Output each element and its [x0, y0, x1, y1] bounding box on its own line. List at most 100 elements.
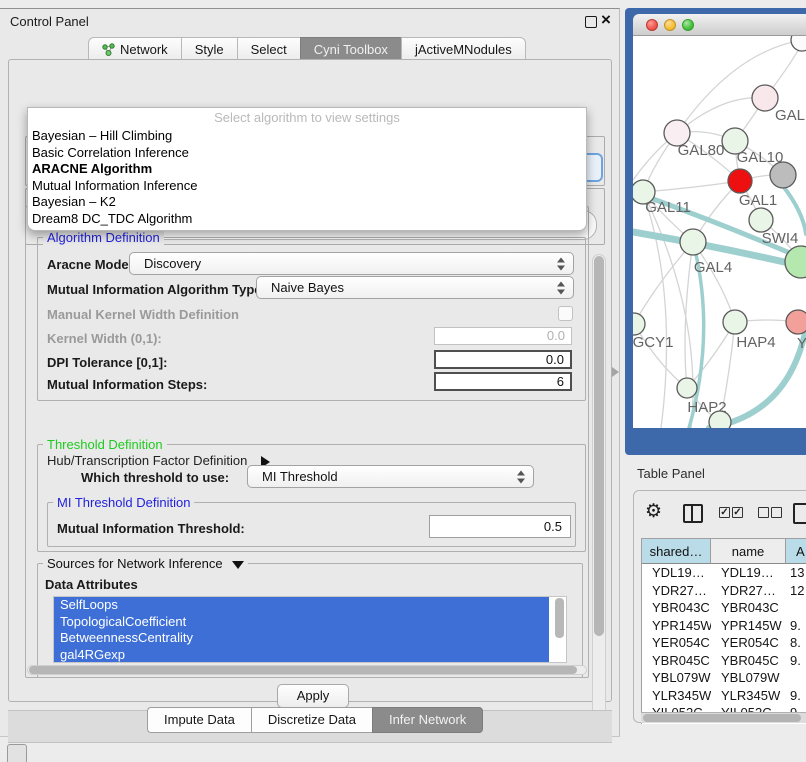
dpi-tolerance-label: DPI Tolerance [0,1]:: [47, 355, 167, 370]
bottom-tab-bar: Impute DataDiscretize DataInfer Network: [147, 707, 483, 731]
settings-vscrollbar-thumb[interactable]: [594, 256, 604, 636]
network-node-swi4[interactable]: [749, 208, 773, 232]
algorithm-dropdown-list: Select algorithm to view settings Bayesi…: [27, 107, 587, 231]
network-graph: GALGAL80GAL10GAL1GAL11GAL4SWI4GCY1HAP4YH…: [633, 36, 806, 428]
network-node-node-bottom[interactable]: [709, 411, 731, 428]
network-node-salmon-node[interactable]: [786, 310, 806, 334]
mi-steps-label: Mutual Information Steps:: [47, 377, 207, 392]
table-hscrollbar-track[interactable]: [641, 712, 806, 723]
table-row[interactable]: YBR045CYBR045C9.: [642, 652, 806, 670]
dpi-tolerance-field[interactable]: 0.0: [434, 350, 572, 369]
tab-network[interactable]: Network: [88, 37, 181, 61]
mi-type-combo[interactable]: Naive Bayes: [256, 276, 574, 299]
sources-group-title[interactable]: Sources for Network Inference: [43, 556, 248, 571]
network-edge[interactable]: [643, 192, 667, 428]
table-cell: YER054C: [711, 634, 786, 652]
network-canvas[interactable]: GALGAL80GAL10GAL1GAL11GAL4SWI4GCY1HAP4YH…: [633, 36, 806, 428]
checked-checkbox-icon[interactable]: ✓: [719, 507, 730, 518]
network-node-hap2[interactable]: [677, 378, 697, 398]
attribute-list-item[interactable]: SelfLoops: [54, 597, 549, 614]
dropdown-item[interactable]: Mutual Information Inference: [28, 178, 586, 195]
network-edge-highlighted[interactable]: [783, 186, 806, 234]
aracne-mode-combo[interactable]: Discovery: [129, 252, 574, 275]
dropdown-item[interactable]: Basic Correlation Inference: [28, 145, 586, 162]
node-table[interactable]: shared…nameA YDL19…YDL19…13YDR27…YDR27…1…: [641, 538, 806, 724]
mi-threshold-label: Mutual Information Threshold:: [57, 521, 245, 536]
network-node-label: Y: [797, 335, 806, 352]
dropdown-item[interactable]: ARACNE Algorithm: [28, 161, 586, 178]
which-threshold-combo[interactable]: MI Threshold: [247, 465, 534, 488]
network-node-gcy1[interactable]: [633, 313, 645, 335]
mi-type-label: Mutual Information Algorithm Type:: [47, 282, 266, 297]
table-cell: YLR345W: [711, 687, 786, 705]
attribute-list-item[interactable]: gal4RGexp: [54, 647, 549, 664]
dropdown-item[interactable]: Bayesian – K2: [28, 194, 586, 211]
column-manager-icon[interactable]: [683, 504, 703, 523]
table-row[interactable]: YBL079WYBL079W: [642, 669, 806, 687]
network-node-label: GCY1: [633, 334, 673, 351]
tab-label: jActiveMNodules: [415, 42, 512, 57]
table-cell: [786, 669, 806, 687]
zoom-traffic-icon[interactable]: [682, 19, 694, 31]
manual-kernel-checkbox[interactable]: [558, 306, 573, 321]
table-cell: 13: [786, 564, 806, 582]
mi-threshold-value: 0.5: [544, 519, 562, 534]
unchecked-checkbox-icon[interactable]: [771, 507, 782, 518]
dropdown-item[interactable]: Bayesian – Hill Climbing: [28, 128, 586, 145]
settings-hscrollbar-thumb[interactable]: [29, 666, 577, 674]
table-row[interactable]: YER054CYER054C8.: [642, 634, 806, 652]
mi-steps-value: 6: [557, 374, 564, 389]
network-node-gray-node[interactable]: [770, 162, 796, 188]
panel-tab-bar: NetworkStyleSelect Cyni Toolbox jActiveMNo…: [88, 37, 526, 59]
table-row[interactable]: YPR145WYPR145W9.: [642, 617, 806, 635]
table-row[interactable]: YDL19…YDL19…13: [642, 564, 806, 582]
tab-label: Cyni Toolbox: [314, 42, 388, 57]
table-row[interactable]: YBR043CYBR043C: [642, 599, 806, 617]
docked-window-icon[interactable]: [7, 744, 27, 762]
bottom-tab-discretize-data[interactable]: Discretize Data: [251, 707, 372, 733]
tab-cyni-toolbox[interactable]: Cyni Toolbox: [300, 37, 401, 61]
table-cell: YDL19…: [642, 564, 711, 582]
screen: Control Panel × NetworkStyleSelectCyni T…: [0, 0, 806, 762]
network-node-gal1[interactable]: [728, 169, 752, 193]
table-row[interactable]: YLR345WYLR345W9.: [642, 687, 806, 705]
tab-style[interactable]: Style: [181, 37, 237, 61]
mi-steps-field[interactable]: 6: [434, 372, 572, 391]
bottom-tab-impute-data[interactable]: Impute Data: [147, 707, 251, 733]
apply-button[interactable]: Apply: [277, 684, 349, 708]
network-node-node-top[interactable]: [791, 36, 806, 51]
network-node-hap4[interactable]: [723, 310, 747, 334]
close-traffic-icon[interactable]: [646, 19, 658, 31]
table-column-header[interactable]: A: [786, 539, 806, 564]
list-vscrollbar-thumb[interactable]: [555, 598, 564, 638]
gear-icon[interactable]: ⚙: [645, 500, 662, 523]
network-edge[interactable]: [643, 181, 740, 192]
checked-checkbox-icon[interactable]: ✓: [732, 507, 743, 518]
network-node-label: GAL80: [678, 142, 725, 159]
network-window-titlebar[interactable]: [633, 14, 806, 36]
close-icon[interactable]: ×: [601, 10, 611, 30]
tab-select[interactable]: Select: [237, 37, 300, 61]
network-node-label: GAL4: [694, 259, 732, 276]
network-node-gal4[interactable]: [680, 229, 706, 255]
attribute-list-item[interactable]: TopologicalCoefficient: [54, 614, 549, 631]
attribute-list-item[interactable]: BetweennessCentrality: [54, 630, 549, 647]
table-hscrollbar-thumb[interactable]: [643, 714, 801, 722]
table-cell: 12: [786, 582, 806, 600]
function-icon[interactable]: [793, 503, 806, 524]
unchecked-checkbox-icon[interactable]: [758, 507, 769, 518]
kernel-width-field[interactable]: 0.0: [434, 327, 572, 345]
mi-threshold-field[interactable]: 0.5: [429, 515, 571, 538]
table-cell: YBR043C: [642, 599, 711, 617]
tab-jactivemnodules[interactable]: jActiveMNodules: [401, 37, 526, 61]
table-column-header[interactable]: shared…: [642, 539, 711, 564]
minimize-traffic-icon[interactable]: [664, 19, 676, 31]
float-window-icon[interactable]: [585, 16, 597, 28]
table-column-header[interactable]: name: [711, 539, 786, 564]
bottom-tab-infer-network[interactable]: Infer Network: [372, 707, 483, 733]
panel-splitter-handle[interactable]: [612, 367, 619, 377]
data-attributes-list[interactable]: SelfLoopsTopologicalCoefficientBetweenne…: [53, 596, 567, 663]
table-row[interactable]: YDR27…YDR27…12: [642, 582, 806, 600]
dropdown-item[interactable]: Dream8 DC_TDC Algorithm: [28, 211, 586, 228]
stepper-arrows-icon: [557, 281, 566, 294]
